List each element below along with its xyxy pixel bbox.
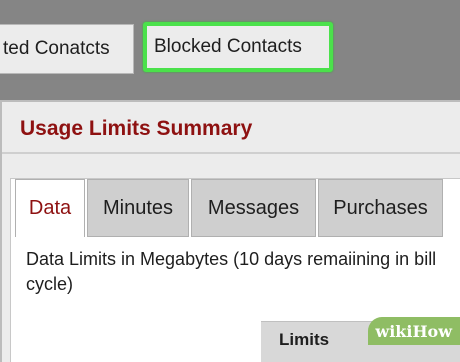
tab-purchases[interactable]: Purchases — [318, 179, 443, 237]
data-limits-description: Data Limits in Megabytes (10 days remaii… — [26, 249, 437, 294]
tab-data[interactable]: Data — [15, 179, 85, 237]
tab-blocked-contacts[interactable]: Blocked Contacts — [143, 22, 333, 72]
tab-messages[interactable]: Messages — [191, 179, 316, 237]
page-title: Usage Limits Summary — [20, 117, 253, 140]
tab-contacts-label: ted Conatcts — [3, 38, 110, 59]
column-header-limits: Limits — [279, 330, 330, 349]
tab-minutes[interactable]: Minutes — [87, 179, 189, 237]
usage-tabs: Data Minutes Messages Purchases — [15, 179, 445, 239]
summary-header: Usage Limits Summary — [2, 102, 460, 154]
watermark-logo: wikiHow — [368, 317, 460, 345]
tab-blocked-contacts-label: Blocked Contacts — [154, 36, 302, 57]
tab-contacts[interactable]: ted Conatcts — [0, 24, 134, 74]
